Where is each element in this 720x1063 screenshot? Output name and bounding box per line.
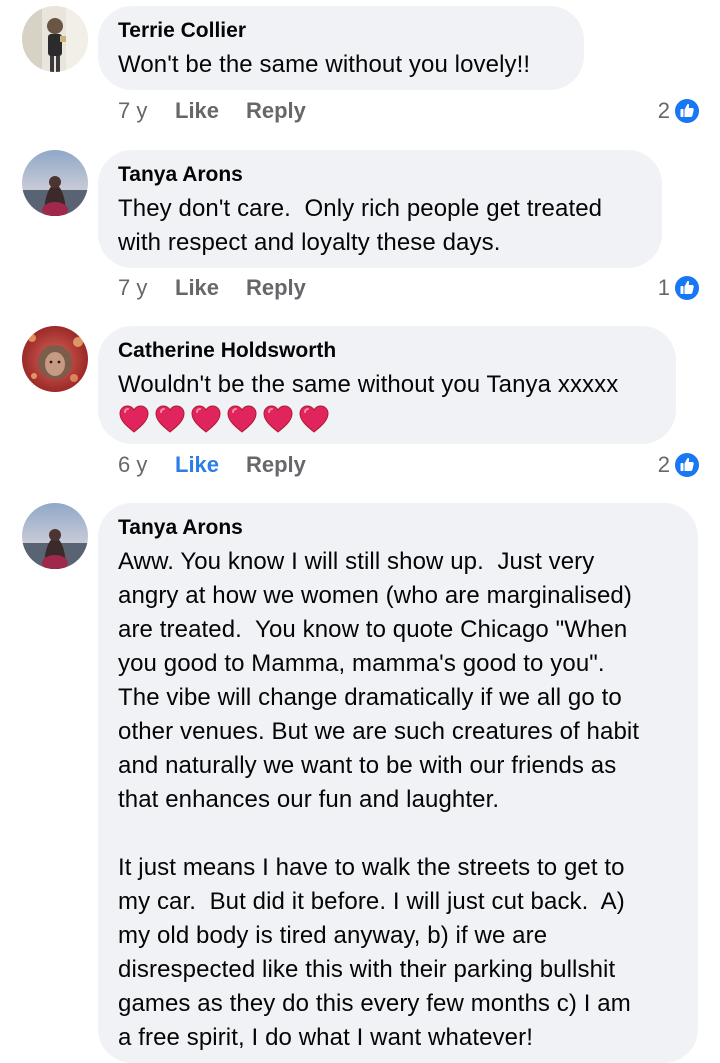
author-name[interactable]: Tanya Arons bbox=[118, 162, 642, 188]
thumbs-up-icon bbox=[674, 452, 700, 478]
comment-bubble: Tanya Arons They don't care. Only rich p… bbox=[98, 150, 662, 268]
comment-actions: 7 y Like Reply bbox=[118, 273, 418, 303]
thumbs-up-icon bbox=[674, 275, 700, 301]
comment-age[interactable]: 6 y bbox=[118, 450, 147, 480]
author-name[interactable]: Terrie Collier bbox=[118, 18, 564, 44]
comment-text: Wouldn't be the same without you Tanya x… bbox=[118, 371, 619, 398]
comment-actions: 6 y Like Reply bbox=[118, 450, 418, 480]
comment-text: Aww. You know I will still show up. Just… bbox=[118, 548, 640, 1051]
comment-actions: 7 y Like Reply bbox=[118, 96, 418, 126]
reply-button[interactable]: Reply bbox=[246, 96, 306, 126]
red-heart-icon bbox=[227, 405, 257, 433]
avatar[interactable] bbox=[22, 150, 88, 216]
reaction-count: 1 bbox=[657, 275, 670, 300]
reaction-summary[interactable]: 1 bbox=[658, 273, 700, 303]
comment-bubble: Tanya Arons Aww. You know I will still s… bbox=[98, 503, 698, 1063]
red-heart-icon bbox=[299, 405, 329, 433]
reply-button[interactable]: Reply bbox=[246, 450, 306, 480]
reaction-summary[interactable]: 2 bbox=[658, 450, 700, 480]
reaction-summary[interactable]: 2 bbox=[658, 96, 700, 126]
avatar[interactable] bbox=[22, 326, 88, 392]
comment-text: Won't be the same without you lovely!! bbox=[118, 51, 531, 78]
reaction-count: 2 bbox=[657, 452, 670, 477]
avatar[interactable] bbox=[22, 503, 88, 569]
comment-age[interactable]: 7 y bbox=[118, 273, 147, 303]
comment-age[interactable]: 7 y bbox=[118, 96, 147, 126]
reply-button[interactable]: Reply bbox=[246, 273, 306, 303]
reaction-count: 2 bbox=[657, 98, 670, 123]
emoji-row bbox=[118, 404, 656, 434]
author-name[interactable]: Tanya Arons bbox=[118, 515, 678, 541]
like-button[interactable]: Like bbox=[175, 450, 219, 480]
red-heart-icon bbox=[155, 405, 185, 433]
comment-text: They don't care. Only rich people get tr… bbox=[118, 195, 603, 256]
red-heart-icon bbox=[263, 405, 293, 433]
comment-bubble: Terrie Collier Won't be the same without… bbox=[98, 6, 584, 90]
red-heart-icon bbox=[191, 405, 221, 433]
like-button[interactable]: Like bbox=[175, 273, 219, 303]
author-name[interactable]: Catherine Holdsworth bbox=[118, 338, 656, 364]
avatar[interactable] bbox=[22, 6, 88, 72]
comment-bubble: Catherine Holdsworth Wouldn't be the sam… bbox=[98, 326, 676, 444]
thumbs-up-icon bbox=[674, 98, 700, 124]
red-heart-icon bbox=[119, 405, 149, 433]
like-button[interactable]: Like bbox=[175, 96, 219, 126]
